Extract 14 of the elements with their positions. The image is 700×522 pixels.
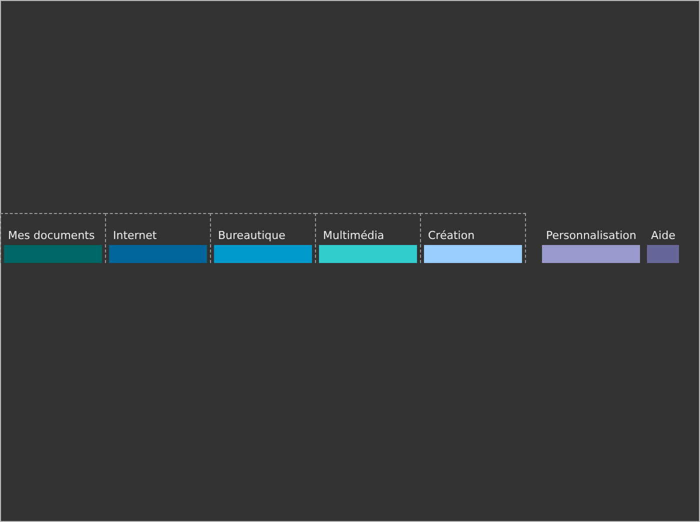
- menu-item-label[interactable]: Personnalisation: [542, 229, 640, 242]
- menu-item-label[interactable]: Aide: [647, 229, 680, 242]
- menu-color-bar[interactable]: [319, 245, 417, 263]
- menu-color-bar[interactable]: [542, 245, 640, 263]
- menu-color-bar[interactable]: [214, 245, 312, 263]
- menu-color-bar[interactable]: [4, 245, 102, 263]
- menu-color-bar[interactable]: [647, 245, 680, 263]
- menu-item-label[interactable]: Bureautique: [214, 229, 312, 242]
- menu-item-label[interactable]: Création: [424, 229, 522, 242]
- menu-color-bar[interactable]: [424, 245, 522, 263]
- menu-item-label[interactable]: Multimédia: [319, 229, 417, 242]
- menu-item-label[interactable]: Internet: [109, 229, 207, 242]
- menu-item-label[interactable]: Mes documents: [4, 229, 102, 242]
- menu-color-bar[interactable]: [109, 245, 207, 263]
